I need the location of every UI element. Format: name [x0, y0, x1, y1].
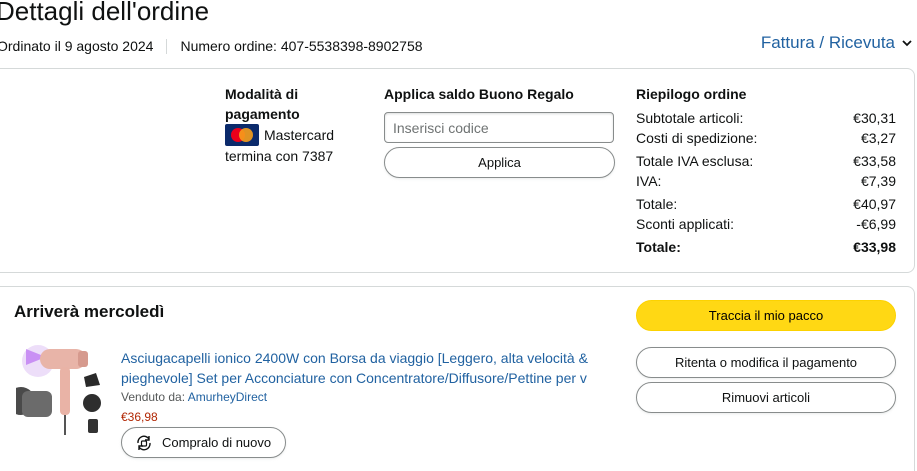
- seller-line: Venduto da: AmurheyDirect: [121, 390, 267, 404]
- summary-row-vat: IVA: €7,39: [636, 173, 896, 189]
- summary-row-grand-total: Totale: €33,98: [636, 239, 896, 255]
- product-image[interactable]: [16, 343, 106, 438]
- order-number: Numero ordine: 407-5538398-8902758: [180, 38, 423, 54]
- card-ending: termina con 7387: [225, 148, 334, 164]
- retry-payment-button[interactable]: Ritenta o modifica il pagamento: [636, 347, 896, 378]
- payment-method-title: Modalità di pagamento: [225, 86, 300, 122]
- summary-row-subtotal: Subtotale articoli: €30,31: [636, 110, 896, 126]
- gift-card-title: Applica saldo Buono Regalo: [384, 86, 574, 102]
- arrival-heading: Arriverà mercoledì: [14, 302, 165, 321]
- sold-by-label: Venduto da:: [121, 390, 186, 404]
- track-package-button[interactable]: Traccia il mio pacco: [636, 300, 896, 331]
- summary-row-discounts: Sconti applicati: -€6,99: [636, 216, 896, 232]
- remove-items-button[interactable]: Rimuovi articoli: [636, 382, 896, 413]
- meta-divider: [166, 38, 168, 54]
- card-name: Mastercard: [264, 126, 335, 143]
- order-meta: Ordinato il 9 agosto 2024 Numero ordine:…: [0, 38, 423, 54]
- invoice-link-label[interactable]: Fattura / Ricevuta: [761, 33, 895, 53]
- buy-again-icon: [137, 435, 151, 450]
- gift-code-input[interactable]: [384, 112, 614, 143]
- gift-card-section: Applica saldo Buono Regalo Applica: [384, 84, 615, 178]
- chevron-down-icon[interactable]: [901, 37, 913, 49]
- seller-link[interactable]: AmurheyDirect: [188, 390, 267, 404]
- order-date: Ordinato il 9 agosto 2024: [0, 38, 154, 54]
- product-title-link[interactable]: Asciugacapelli ionico 2400W con Borsa da…: [121, 348, 609, 388]
- order-summary-section: Riepilogo ordine Subtotale articoli: €30,…: [636, 84, 896, 257]
- apply-button[interactable]: Applica: [384, 147, 615, 178]
- mastercard-logo-icon: [225, 124, 259, 146]
- payment-card-row: Mastercard: [225, 124, 355, 146]
- buy-again-label[interactable]: Compralo di nuovo: [162, 435, 271, 450]
- summary-row-total: Totale: €40,97: [636, 196, 896, 212]
- summary-row-shipping: Costi di spedizione: €3,27: [636, 130, 896, 146]
- product-price: €36,98: [121, 410, 158, 424]
- summary-row-total-excl-vat: Totale IVA esclusa: €33,58: [636, 153, 896, 169]
- order-summary-title: Riepilogo ordine: [636, 86, 747, 102]
- payment-method-section: Modalità di pagamento Mastercard termina…: [225, 84, 355, 167]
- buy-again-button[interactable]: Compralo di nuovo: [121, 427, 286, 458]
- page-title: Dettagli dell'ordine: [0, 0, 210, 26]
- invoice-dropdown[interactable]: Fattura / Ricevuta: [761, 33, 913, 53]
